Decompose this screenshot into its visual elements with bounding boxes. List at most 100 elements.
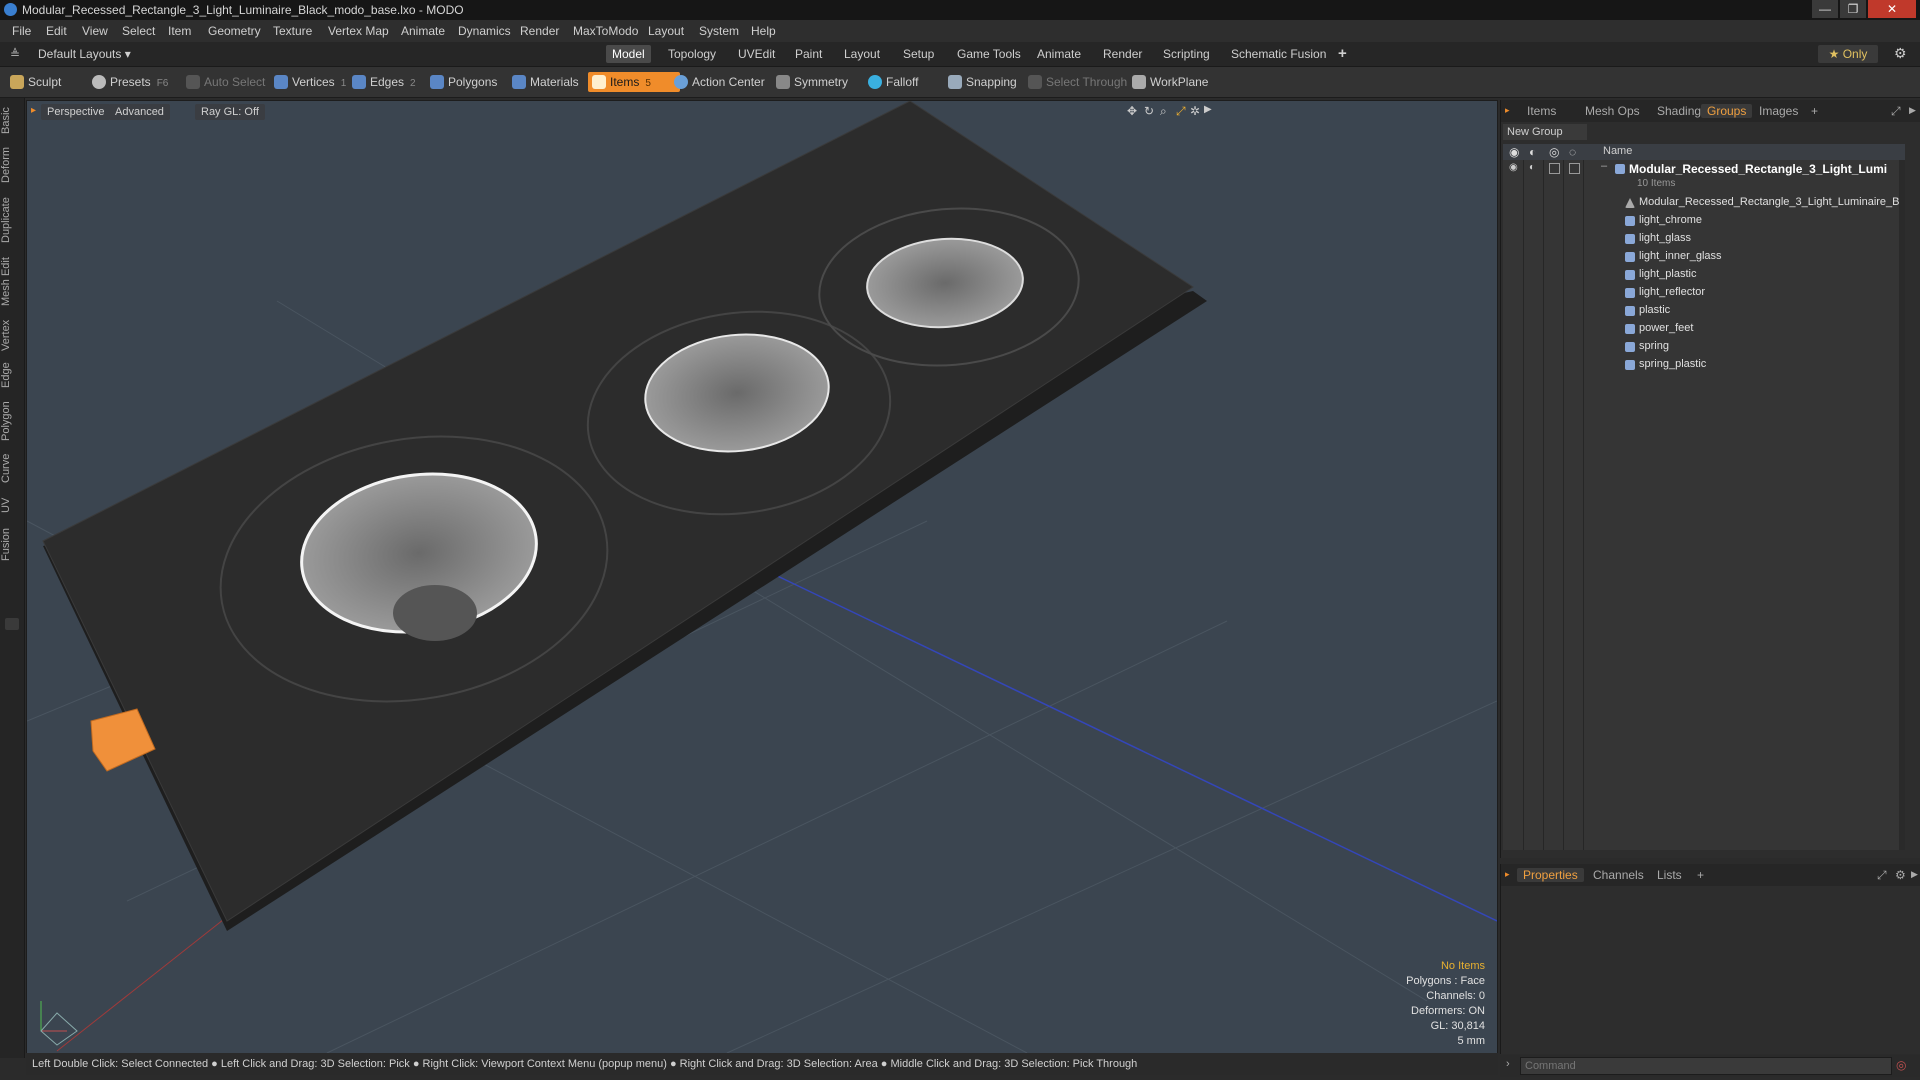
list-item[interactable]: spring xyxy=(1503,338,1905,356)
tab-animate[interactable]: Animate xyxy=(1031,45,1087,63)
tab-groups[interactable]: Groups xyxy=(1701,104,1753,118)
edges-button[interactable]: Edges 2 xyxy=(348,72,422,92)
render-column-icon[interactable]: ◐ xyxy=(1529,145,1536,159)
command-input[interactable] xyxy=(1520,1057,1892,1075)
workplane-button[interactable]: WorkPlane xyxy=(1128,72,1214,92)
lock-column-icon[interactable]: ◎ xyxy=(1549,145,1559,159)
tab-model[interactable]: Model xyxy=(606,45,651,63)
add-layout-tab-button[interactable]: + xyxy=(1332,45,1353,63)
tab-vertex[interactable]: Vertex xyxy=(0,316,24,354)
list-item[interactable]: light_inner_glass xyxy=(1503,248,1905,266)
menu-vertex-map[interactable]: Vertex Map xyxy=(328,24,389,38)
tab-edge[interactable]: Edge xyxy=(0,360,24,390)
zoom-view-icon[interactable]: ⌕ xyxy=(1160,104,1167,119)
move-view-icon[interactable]: ✥ xyxy=(1127,104,1137,118)
tab-channels[interactable]: Channels xyxy=(1587,868,1650,882)
list-item[interactable]: light_reflector xyxy=(1503,284,1905,302)
tab-paint[interactable]: Paint xyxy=(789,45,828,63)
tab-duplicate[interactable]: Duplicate xyxy=(0,192,24,248)
tab-polygon[interactable]: Polygon xyxy=(0,398,24,444)
menu-item[interactable]: Item xyxy=(168,24,191,38)
tab-basic[interactable]: Basic xyxy=(0,104,24,138)
materials-button[interactable]: Materials xyxy=(508,72,585,92)
tab-setup[interactable]: Setup xyxy=(897,45,940,63)
select-column-icon[interactable]: ◌ xyxy=(1569,145,1576,159)
list-item[interactable]: power_feet xyxy=(1503,320,1905,338)
fit-view-icon[interactable]: ⤢ xyxy=(1176,104,1186,119)
properties-arrow-icon[interactable]: ▶ xyxy=(1911,869,1918,880)
tab-curve[interactable]: Curve xyxy=(0,450,24,486)
visibility-column-icon[interactable]: ◉ xyxy=(1509,145,1519,159)
menu-layout[interactable]: Layout xyxy=(648,24,684,38)
tab-shading[interactable]: Shading xyxy=(1651,104,1707,118)
gear-icon[interactable]: ⚙ xyxy=(1894,45,1907,62)
panel-expand-icon[interactable]: ⤢ xyxy=(1891,104,1901,119)
menu-view[interactable]: View xyxy=(82,24,108,38)
strip-toggle-button[interactable] xyxy=(5,618,19,630)
symmetry-button[interactable]: Symmetry xyxy=(772,72,854,92)
viewport-expand-icon[interactable]: ▶ xyxy=(1204,104,1212,115)
tab-mesh-ops[interactable]: Mesh Ops xyxy=(1579,104,1646,118)
advanced-dropdown[interactable]: Advanced xyxy=(109,104,170,120)
properties-expand-icon[interactable]: ⤢ xyxy=(1877,868,1887,883)
tab-schematic-fusion[interactable]: Schematic Fusion xyxy=(1225,45,1332,63)
list-item[interactable]: spring_plastic xyxy=(1503,356,1905,374)
tab-layout[interactable]: Layout xyxy=(838,45,886,63)
tab-items[interactable]: Items xyxy=(1521,104,1562,118)
panel-arrow-icon[interactable]: ▶ xyxy=(1909,105,1916,116)
menu-maxtomodo[interactable]: MaxToModo xyxy=(573,24,638,38)
close-button[interactable]: ✕ xyxy=(1868,0,1916,18)
tab-properties[interactable]: Properties xyxy=(1517,868,1584,882)
perspective-dropdown[interactable]: Perspective xyxy=(41,104,111,120)
properties-gear-icon[interactable]: ⚙ xyxy=(1895,868,1906,882)
raygl-toggle[interactable]: Ray GL: Off xyxy=(195,104,265,120)
menu-help[interactable]: Help xyxy=(751,24,776,38)
auto-select-button[interactable]: Auto Select xyxy=(182,72,271,92)
snapping-button[interactable]: Snapping xyxy=(944,72,1023,92)
tab-uv[interactable]: UV xyxy=(0,494,24,516)
polygons-button[interactable]: Polygons xyxy=(426,72,503,92)
menu-render[interactable]: Render xyxy=(520,24,559,38)
group-row[interactable]: ◉ ◐ – Modular_Recessed_Rectangle_3_Light… xyxy=(1503,160,1905,189)
tab-lists[interactable]: Lists xyxy=(1651,868,1688,882)
list-scrollbar[interactable] xyxy=(1899,160,1905,850)
add-panel-tab-button[interactable]: + xyxy=(1805,104,1824,118)
maximize-button[interactable]: ❐ xyxy=(1840,0,1866,18)
group-select-checkbox[interactable] xyxy=(1569,163,1580,174)
menu-file[interactable]: File xyxy=(12,24,31,38)
action-center-button[interactable]: Action Center xyxy=(670,72,771,92)
add-properties-tab-button[interactable]: + xyxy=(1691,868,1710,882)
minimize-button[interactable]: — xyxy=(1812,0,1838,18)
tab-images[interactable]: Images xyxy=(1753,104,1804,118)
list-item[interactable]: plastic xyxy=(1503,302,1905,320)
menu-dynamics[interactable]: Dynamics xyxy=(458,24,511,38)
menu-select[interactable]: Select xyxy=(122,24,155,38)
group-render-icon[interactable]: ◐ xyxy=(1529,162,1535,173)
list-item[interactable]: light_chrome xyxy=(1503,212,1905,230)
tab-topology[interactable]: Topology xyxy=(662,45,722,63)
menu-system[interactable]: System xyxy=(699,24,739,38)
new-group-button[interactable]: New Group xyxy=(1503,124,1587,140)
3d-viewport[interactable]: ▸ Perspective Advanced Ray GL: Off ✥ ↻ ⌕… xyxy=(26,100,1498,1054)
menu-edit[interactable]: Edit xyxy=(46,24,67,38)
command-record-icon[interactable]: ◎ xyxy=(1896,1058,1906,1072)
list-item[interactable]: light_plastic xyxy=(1503,266,1905,284)
tab-fusion[interactable]: Fusion xyxy=(0,524,24,564)
menu-animate[interactable]: Animate xyxy=(401,24,445,38)
layouts-dropdown[interactable]: Default Layouts ▾ xyxy=(38,47,131,61)
layout-collapse-icon[interactable]: ≜ xyxy=(10,47,20,61)
only-toggle[interactable]: ★ Only xyxy=(1818,45,1878,63)
tab-deform[interactable]: Deform xyxy=(0,144,24,186)
items-button[interactable]: Items 5 xyxy=(588,72,680,92)
name-column-header[interactable]: Name xyxy=(1603,145,1632,157)
menu-geometry[interactable]: Geometry xyxy=(208,24,261,38)
group-collapse-icon[interactable]: – xyxy=(1601,160,1607,172)
group-visibility-icon[interactable]: ◉ xyxy=(1509,162,1518,173)
tab-mesh-edit[interactable]: Mesh Edit xyxy=(0,254,24,310)
tab-uvedit[interactable]: UVEdit xyxy=(732,45,781,63)
menu-texture[interactable]: Texture xyxy=(273,24,312,38)
viewport-menu-icon[interactable]: ▸ xyxy=(31,105,36,116)
viewport-settings-icon[interactable]: ✲ xyxy=(1190,104,1200,118)
select-through-button[interactable]: Select Through xyxy=(1024,72,1133,92)
tab-scripting[interactable]: Scripting xyxy=(1157,45,1216,63)
